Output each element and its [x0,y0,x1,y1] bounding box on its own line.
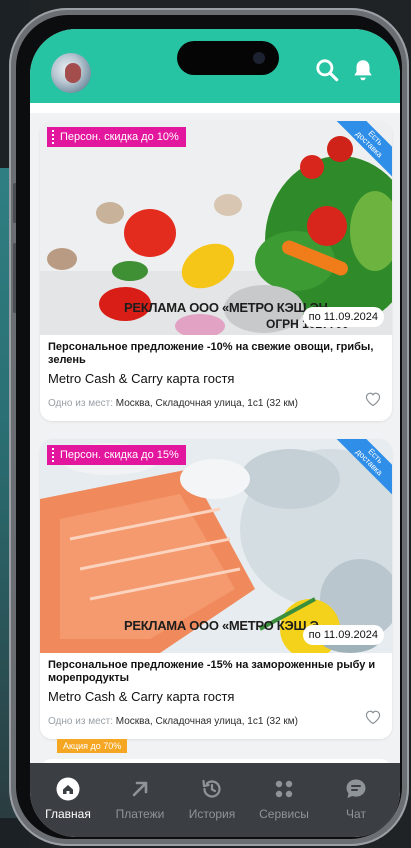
history-icon [202,779,221,798]
ad-watermark: РЕКЛАМА ООО «МЕТРО КЭШ Э [124,618,319,633]
chat-icon [346,779,366,798]
tab-chat[interactable]: Чат [320,763,392,837]
discount-badge: Персон. скидка до 10% [47,127,186,147]
tab-label: Главная [45,807,91,821]
search-icon[interactable] [314,57,340,83]
tab-home[interactable]: Главная [32,763,104,837]
location-prefix: Одно из мест: [48,716,113,727]
favorite-heart-icon[interactable] [364,709,382,725]
location-prefix: Одно из мест: [48,398,113,409]
bottom-tab-bar: Главная Платежи История Сервисы Чат [30,763,400,837]
bell-icon[interactable] [350,57,376,83]
discount-badge: Персон. скидка до 15% [47,445,186,465]
favorite-heart-icon[interactable] [364,391,382,407]
grid-dots-icon [275,780,293,798]
dynamic-island [177,41,279,75]
feed-top-strip [30,103,400,113]
tab-label: Чат [346,807,366,821]
store-name: Metro Cash & Carry карта гостя [48,689,235,704]
offer-location: Одно из мест: Москва, Складочная улица, … [48,398,298,409]
offer-card[interactable]: Персон. скидка до 15% Есть доставка РЕКЛ… [40,439,392,739]
offer-image-vegetables: Персон. скидка до 10% Есть доставка РЕКЛ… [40,121,392,335]
tab-services[interactable]: Сервисы [248,763,320,837]
arrow-up-right-icon [132,781,148,797]
offer-image-frozen-fish: Персон. скидка до 15% Есть доставка РЕКЛ… [40,439,392,653]
location-text: Москва, Складочная улица, 1с1 (32 км) [115,398,299,409]
tab-label: Платежи [115,807,165,821]
avatar[interactable] [51,53,91,93]
tab-label: История [188,807,236,821]
valid-until-date: по 11.09.2024 [302,625,384,645]
promo-badge: Акция до 70% [57,739,128,753]
tab-history[interactable]: История [176,763,248,837]
offer-title: Персональное предложение -10% на свежие … [48,341,374,366]
valid-until-date: по 11.09.2024 [302,307,384,327]
tab-label: Сервисы [259,807,309,821]
offer-location: Одно из мест: Москва, Складочная улица, … [48,716,298,727]
offer-title: Персональное предложение -15% на заморож… [48,659,376,684]
store-name: Metro Cash & Carry карта гостя [48,371,235,386]
home-icon [56,777,80,801]
offer-card[interactable]: Персон. скидка до 10% Есть доставка РЕКЛ… [40,121,392,421]
tab-payments[interactable]: Платежи [104,763,176,837]
app-screen: Персон. скидка до 10% Есть доставка РЕКЛ… [30,29,400,837]
offers-feed[interactable]: Персон. скидка до 10% Есть доставка РЕКЛ… [30,103,400,789]
ad-watermark: РЕКЛАМА ООО «МЕТРО КЭШ ЭН [124,300,328,315]
top-bar [30,29,400,103]
location-text: Москва, Складочная улица, 1с1 (32 км) [115,716,299,727]
